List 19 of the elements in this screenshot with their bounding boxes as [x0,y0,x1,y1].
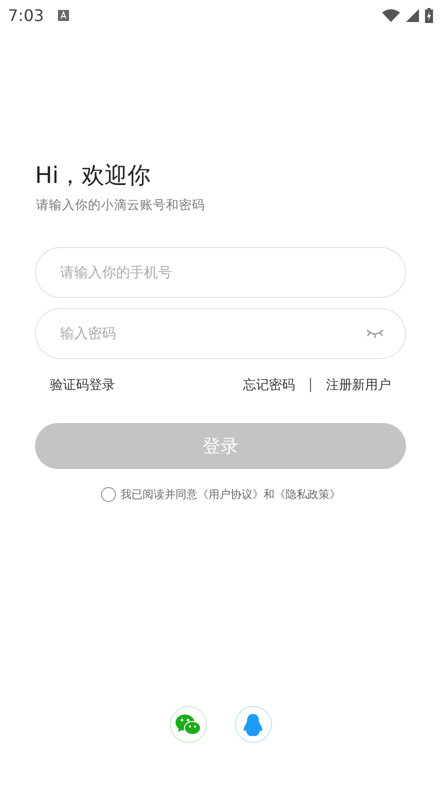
chat-bubbles-icon [175,714,201,736]
battery-charging-icon [425,8,433,22]
register-link[interactable]: 注册新用户 [326,376,391,394]
agreement-checkbox[interactable] [100,487,116,502]
penguin-icon [243,712,263,736]
sms-login-link[interactable]: 验证码登录 [50,376,115,394]
status-time: 7:03 [8,6,44,24]
phone-field[interactable]: 请输入你的手机号 [35,247,406,298]
welcome-title: Hi，欢迎你 [35,162,152,191]
agreement-text: 我已阅读并同意《用户协议》和《隐私政策》 [120,487,340,502]
wifi-icon [382,8,400,22]
password-field[interactable]: 输入密码 [35,308,406,359]
closed-eye-icon[interactable] [366,328,384,340]
notification-icon [58,10,69,20]
qq-button[interactable] [234,706,272,743]
wechat-button[interactable] [170,706,206,743]
login-subtitle: 请输入你的小滴云账号和密码 [36,197,206,214]
forgot-password-link[interactable]: 忘记密码 [243,376,295,394]
signal-icon [406,8,419,22]
